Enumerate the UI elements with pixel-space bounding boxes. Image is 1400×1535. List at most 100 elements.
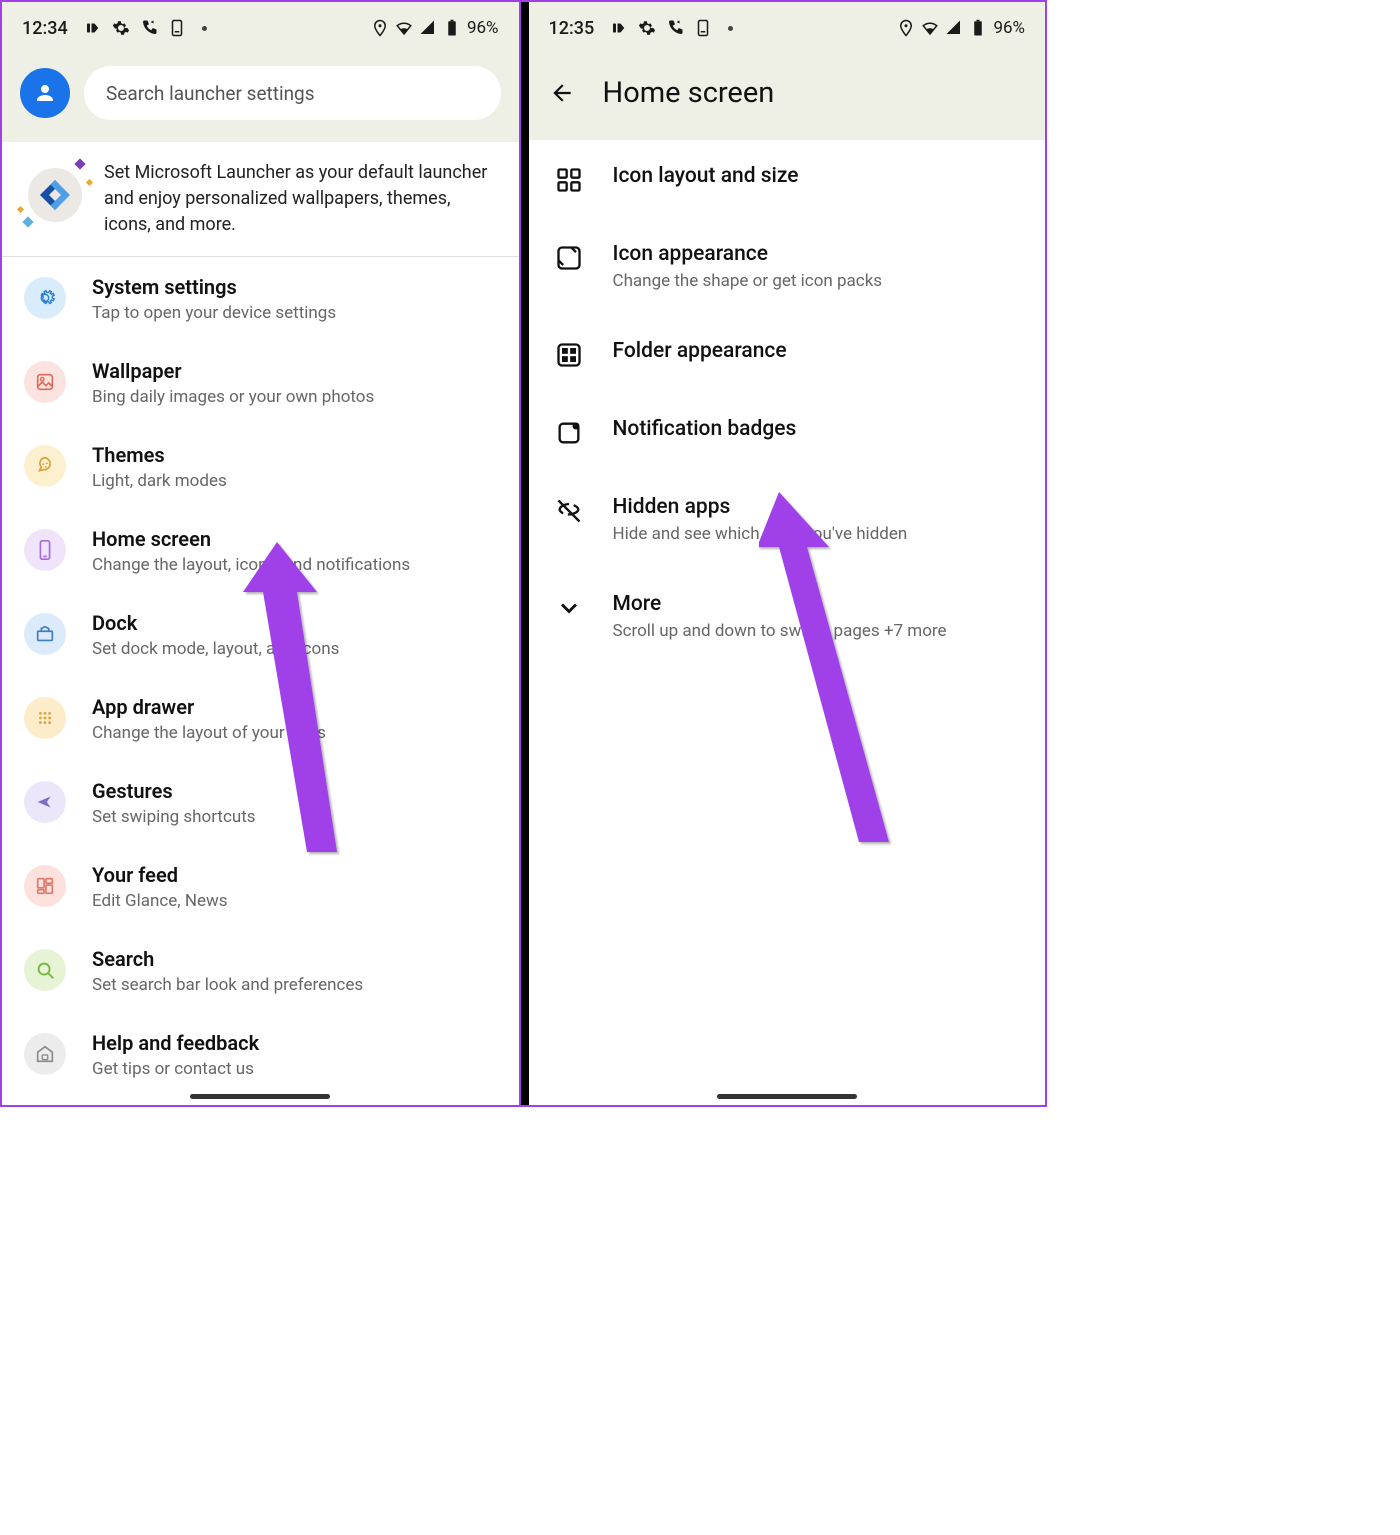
- settings-status-icon: [638, 19, 656, 37]
- item-subtitle: Set search bar look and preferences: [92, 975, 497, 995]
- phone-status-icon: [666, 19, 684, 37]
- settings-item[interactable]: Your feed Edit Glance, News: [2, 845, 519, 929]
- item-title: Themes: [92, 443, 497, 467]
- phone-status-icon: [140, 19, 158, 37]
- microsoft-launcher-logo: [28, 168, 82, 222]
- search-placeholder: Search launcher settings: [106, 82, 315, 105]
- item-icon: [24, 697, 66, 739]
- home-screen-item[interactable]: Hidden apps Hide and see which ones you'…: [529, 471, 1046, 568]
- location-icon: [371, 19, 389, 37]
- item-icon: [24, 277, 66, 319]
- status-time: 12:34: [22, 18, 68, 39]
- home-screen-item[interactable]: Icon appearance Change the shape or get …: [529, 218, 1046, 315]
- status-dot: [728, 26, 733, 31]
- item-subtitle: Change the shape or get icon packs: [613, 271, 883, 291]
- item-title: Help and feedback: [92, 1031, 497, 1055]
- settings-item[interactable]: Search Set search bar look and preferenc…: [2, 929, 519, 1013]
- wifi-icon: [395, 19, 413, 37]
- battery-percent: 96%: [993, 18, 1025, 38]
- back-arrow-icon[interactable]: [549, 80, 575, 106]
- item-subtitle: Hide and see which ones you've hidden: [613, 524, 908, 544]
- person-icon: [33, 81, 57, 105]
- status-time: 12:35: [549, 18, 595, 39]
- home-screen-item[interactable]: Notification badges: [529, 393, 1046, 471]
- device-status-icon: [168, 19, 186, 37]
- profile-avatar[interactable]: [20, 68, 70, 118]
- status-icon: [84, 19, 102, 37]
- screenshot-divider: [521, 2, 529, 1105]
- item-icon: [555, 166, 583, 194]
- item-subtitle: Tap to open your device settings: [92, 303, 497, 323]
- item-title: System settings: [92, 275, 497, 299]
- item-icon: [24, 529, 66, 571]
- gesture-handle[interactable]: [190, 1094, 330, 1099]
- battery-icon: [969, 19, 987, 37]
- settings-item[interactable]: Home screen Change the layout, icons, an…: [2, 509, 519, 593]
- wifi-icon: [921, 19, 939, 37]
- status-icon: [610, 19, 628, 37]
- sparkle-icon: [74, 158, 85, 169]
- item-title: More: [613, 592, 947, 616]
- item-subtitle: Bing daily images or your own photos: [92, 387, 497, 407]
- item-icon: [24, 781, 66, 823]
- settings-item[interactable]: Wallpaper Bing daily images or your own …: [2, 341, 519, 425]
- settings-item[interactable]: System settings Tap to open your device …: [2, 257, 519, 341]
- item-icon: [555, 497, 583, 525]
- item-title: Icon layout and size: [613, 164, 799, 188]
- item-subtitle: Edit Glance, News: [92, 891, 497, 911]
- settings-item[interactable]: Help and feedback Get tips or contact us: [2, 1013, 519, 1097]
- settings-status-icon: [112, 19, 130, 37]
- settings-header: Search launcher settings: [2, 54, 519, 142]
- signal-icon: [945, 19, 963, 37]
- item-subtitle: Scroll up and down to switch pages +7 mo…: [613, 621, 947, 641]
- search-input[interactable]: Search launcher settings: [84, 66, 501, 120]
- item-icon: [24, 445, 66, 487]
- item-title: Dock: [92, 611, 497, 635]
- launcher-banner[interactable]: Set Microsoft Launcher as your default l…: [2, 142, 519, 257]
- sparkle-icon: [17, 206, 24, 213]
- item-icon: [24, 1033, 66, 1075]
- item-title: Your feed: [92, 863, 497, 887]
- item-icon: [555, 594, 583, 622]
- item-title: Notification badges: [613, 417, 797, 441]
- phone-screenshot-1: 12:34 96% Search launcher settings: [2, 2, 521, 1105]
- battery-percent: 96%: [467, 18, 499, 38]
- item-subtitle: Set swiping shortcuts: [92, 807, 497, 827]
- item-subtitle: Change the layout, icons, and notificati…: [92, 555, 497, 575]
- item-subtitle: Set dock mode, layout, and icons: [92, 639, 497, 659]
- item-title: Wallpaper: [92, 359, 497, 383]
- device-status-icon: [694, 19, 712, 37]
- status-dot: [202, 26, 207, 31]
- item-subtitle: Light, dark modes: [92, 471, 497, 491]
- home-screen-list[interactable]: Icon layout and size Icon appearance Cha…: [529, 140, 1046, 1105]
- settings-item[interactable]: Dock Set dock mode, layout, and icons: [2, 593, 519, 677]
- sparkle-icon: [86, 179, 93, 186]
- item-icon: [555, 341, 583, 369]
- settings-item[interactable]: Gestures Set swiping shortcuts: [2, 761, 519, 845]
- item-title: App drawer: [92, 695, 497, 719]
- home-screen-item[interactable]: More Scroll up and down to switch pages …: [529, 568, 1046, 665]
- home-screen-item[interactable]: Icon layout and size: [529, 140, 1046, 218]
- settings-list[interactable]: System settings Tap to open your device …: [2, 257, 519, 1105]
- item-title: Home screen: [92, 527, 497, 551]
- item-icon: [24, 949, 66, 991]
- item-title: Folder appearance: [613, 339, 787, 363]
- settings-item[interactable]: App drawer Change the layout of your app…: [2, 677, 519, 761]
- item-subtitle: Get tips or contact us: [92, 1059, 497, 1079]
- item-title: Icon appearance: [613, 242, 883, 266]
- settings-item[interactable]: Themes Light, dark modes: [2, 425, 519, 509]
- page-header: Home screen: [529, 54, 1046, 140]
- banner-text: Set Microsoft Launcher as your default l…: [104, 160, 497, 238]
- gesture-handle[interactable]: [717, 1094, 857, 1099]
- signal-icon: [419, 19, 437, 37]
- item-icon: [24, 361, 66, 403]
- location-icon: [897, 19, 915, 37]
- item-icon: [24, 865, 66, 907]
- item-title: Search: [92, 947, 497, 971]
- logo-wrap: [20, 160, 90, 230]
- item-title: Hidden apps: [613, 495, 908, 519]
- item-icon: [24, 613, 66, 655]
- status-bar: 12:35 96%: [529, 2, 1046, 54]
- phone-screenshot-2: 12:35 96% Home screen Icon layout and si…: [529, 2, 1046, 1105]
- home-screen-item[interactable]: Folder appearance: [529, 315, 1046, 393]
